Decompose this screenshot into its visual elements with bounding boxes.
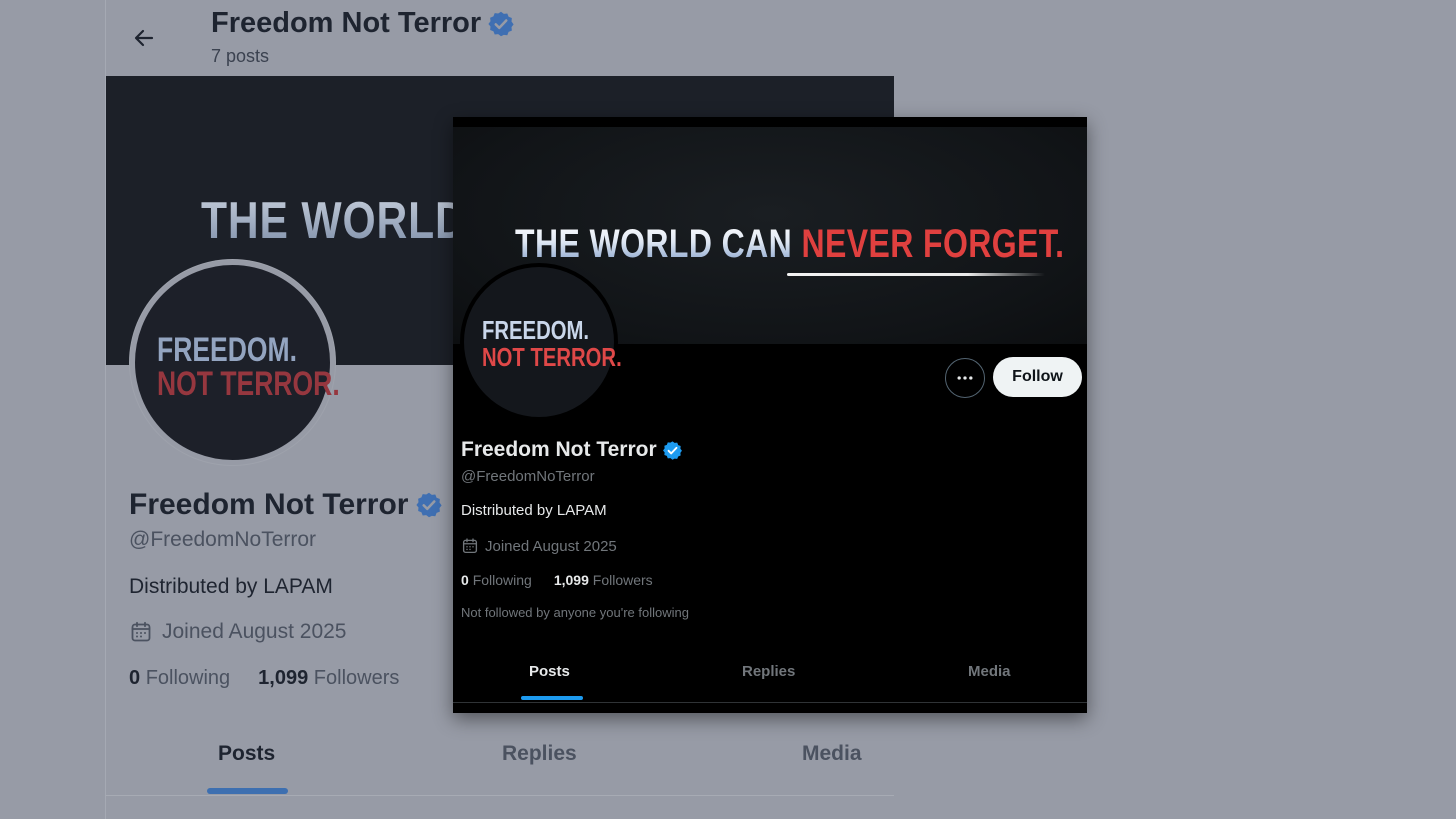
card-banner-text-part1: THE WORLD CAN [515, 222, 802, 266]
header-post-count: 7 posts [211, 46, 270, 66]
background-profile-bio: Distributed by LAPAM [129, 575, 333, 598]
card-profile-handle: @FreedomNoTerror [461, 468, 595, 485]
background-profile-name: Freedom Not Terror [129, 488, 443, 522]
following-label: Following [145, 667, 231, 689]
profile-name-text: Freedom Not Terror [129, 488, 409, 521]
background-profile-joined: Joined August 2025 [129, 620, 347, 644]
followers-link[interactable]: 1,099 Followers [554, 572, 653, 588]
followers-label: Followers [313, 667, 400, 689]
verified-badge-icon [416, 492, 443, 518]
background-avatar[interactable]: FREEDOM. NOT TERROR. [130, 260, 340, 465]
background-tab-replies[interactable]: Replies [502, 742, 577, 766]
card-tab-divider [453, 702, 1087, 703]
following-label: Following [472, 572, 532, 588]
card-tab-media[interactable]: Media [968, 663, 1011, 680]
card-profile-joined: Joined August 2025 [461, 537, 617, 555]
background-tab-media[interactable]: Media [802, 742, 862, 766]
following-link[interactable]: 0 Following [461, 572, 532, 588]
background-tab-divider [106, 795, 894, 796]
verified-badge-icon [662, 440, 682, 460]
background-tab-posts[interactable]: Posts [218, 742, 275, 766]
profile-card-overlay: THE WORLD CAN NEVER FORGET. FREEDOM. NOT… [453, 117, 1087, 713]
card-tab-indicator [521, 696, 583, 700]
follow-button[interactable]: Follow [993, 357, 1082, 397]
following-count: 0 [461, 572, 469, 588]
card-banner-text-part2: NEVER FORGET. [801, 222, 1065, 266]
avatar-text-line2: NOT TERROR. [482, 342, 622, 372]
avatar-text-line2: NOT TERROR. [157, 365, 340, 403]
more-options-button[interactable] [945, 358, 985, 398]
card-avatar[interactable]: FREEDOM. NOT TERROR. [460, 263, 622, 421]
card-profile-name: Freedom Not Terror [461, 438, 683, 462]
background-banner-text: THE WORLD [201, 192, 467, 250]
more-horizontal-icon [957, 376, 973, 380]
header-title: Freedom Not Terror [211, 7, 515, 40]
card-profile-stats: 0 Following 1,099 Followers [461, 572, 653, 588]
not-followed-note: Not followed by anyone you're following [461, 605, 689, 620]
card-tab-replies[interactable]: Replies [742, 663, 795, 680]
card-profile-bio: Distributed by LAPAM [461, 502, 607, 519]
card-banner-underline [787, 273, 1045, 276]
back-button[interactable] [128, 22, 160, 54]
followers-count: 1,099 [258, 667, 309, 689]
following-count: 0 [129, 667, 141, 689]
following-link[interactable]: 0 Following [129, 667, 230, 690]
calendar-icon [131, 621, 151, 642]
background-profile-stats: 0 Following 1,099 Followers [129, 667, 399, 690]
followers-count: 1,099 [553, 572, 589, 588]
card-banner-text: THE WORLD CAN NEVER FORGET. [515, 222, 1064, 267]
joined-text: Joined August 2025 [162, 620, 347, 643]
followers-link[interactable]: 1,099 Followers [258, 667, 399, 690]
calendar-icon [462, 538, 478, 554]
profile-name-text: Freedom Not Terror [461, 438, 657, 461]
joined-text: Joined August 2025 [485, 537, 617, 555]
background-profile-handle: @FreedomNoTerror [129, 528, 317, 551]
verified-badge-icon [488, 11, 514, 36]
background-tab-indicator [207, 788, 288, 794]
card-tab-posts[interactable]: Posts [529, 663, 570, 680]
followers-label: Followers [592, 572, 653, 588]
header-title-text: Freedom Not Terror [211, 7, 482, 39]
arrow-left-icon [134, 29, 154, 47]
